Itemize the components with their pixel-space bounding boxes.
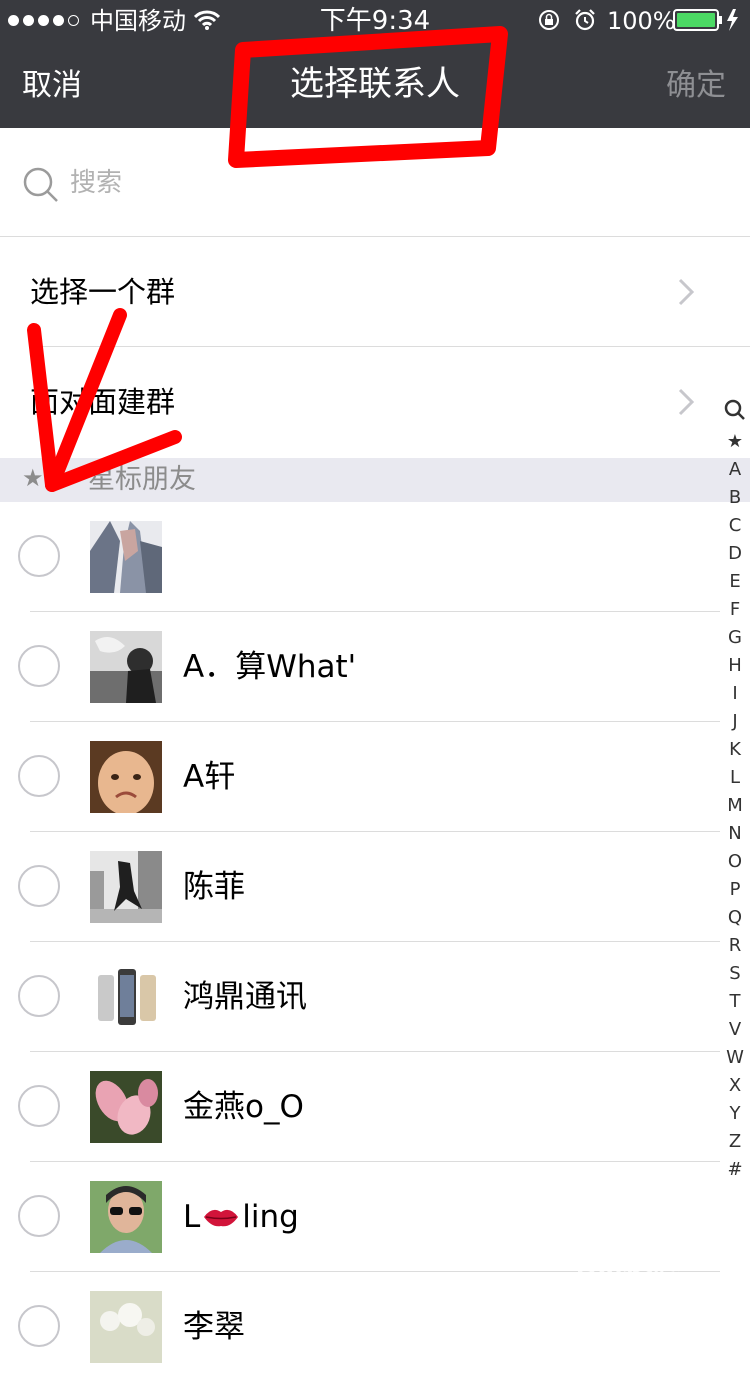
index-letter[interactable]: H: [722, 652, 748, 680]
select-radio[interactable]: [18, 1195, 60, 1237]
avatar: [90, 1181, 162, 1253]
index-letter[interactable]: E: [722, 568, 748, 596]
contact-row[interactable]: L ling: [0, 1162, 720, 1272]
avatar: [90, 631, 162, 703]
baidu-watermark: Bai经验 jingyan.baidu.com: [576, 1258, 724, 1312]
index-letter[interactable]: X: [722, 1072, 748, 1100]
contact-name: 鸿鼎通讯: [183, 979, 307, 1015]
contact-row[interactable]: A．算What': [0, 612, 720, 722]
select-radio[interactable]: [18, 975, 60, 1017]
select-radio[interactable]: [18, 865, 60, 907]
avatar: [90, 741, 162, 813]
index-letter[interactable]: N: [722, 820, 748, 848]
index-letter[interactable]: G: [722, 624, 748, 652]
contact-name-prefix: L: [183, 1199, 201, 1235]
index-letter[interactable]: L: [722, 764, 748, 792]
index-letter[interactable]: #: [722, 1156, 748, 1184]
contact-row[interactable]: 鸿鼎通讯: [0, 942, 720, 1052]
contact-name: 李翠: [183, 1309, 245, 1345]
avatar: [90, 1071, 162, 1143]
index-letter[interactable]: T: [722, 988, 748, 1016]
contact-row[interactable]: A轩: [0, 722, 720, 832]
select-radio[interactable]: [18, 1305, 60, 1347]
contact-name: 陈菲: [183, 869, 245, 905]
index-letter[interactable]: Z: [722, 1128, 748, 1156]
select-radio[interactable]: [18, 755, 60, 797]
index-letter[interactable]: F: [722, 596, 748, 624]
index-letter[interactable]: V: [722, 1016, 748, 1044]
avatar: [90, 1291, 162, 1363]
index-letter[interactable]: I: [722, 680, 748, 708]
index-letter[interactable]: R: [722, 932, 748, 960]
select-radio[interactable]: [18, 535, 60, 577]
index-letter[interactable]: O: [722, 848, 748, 876]
index-letter[interactable]: S: [722, 960, 748, 988]
annotation-overlay: [27, 26, 508, 492]
lips-icon: [204, 1209, 239, 1227]
watermark-brand: Bai经验: [576, 1258, 683, 1291]
avatar: [90, 961, 162, 1033]
watermark-url: jingyan.baidu.com: [576, 1292, 724, 1311]
avatar: [90, 851, 162, 923]
select-radio[interactable]: [18, 645, 60, 687]
index-letter[interactable]: Q: [722, 904, 748, 932]
contact-name: A轩: [183, 759, 236, 795]
index-letter[interactable]: D: [722, 540, 748, 568]
index-letter[interactable]: W: [722, 1044, 748, 1072]
contact-name: A．算What': [183, 649, 357, 685]
contact-name-suffix: ling: [242, 1199, 299, 1235]
contact-row[interactable]: 金燕o_O: [0, 1052, 720, 1162]
index-letter[interactable]: K: [722, 736, 748, 764]
contact-name: L ling: [183, 1197, 299, 1237]
index-letter[interactable]: J: [722, 708, 748, 736]
index-letter[interactable]: Y: [722, 1100, 748, 1128]
index-letter[interactable]: M: [722, 792, 748, 820]
index-letter[interactable]: P: [722, 876, 748, 904]
avatar: [90, 521, 162, 593]
contact-row[interactable]: 陈菲: [0, 832, 720, 942]
contact-name: 金燕o_O: [183, 1089, 304, 1125]
select-radio[interactable]: [18, 1085, 60, 1127]
